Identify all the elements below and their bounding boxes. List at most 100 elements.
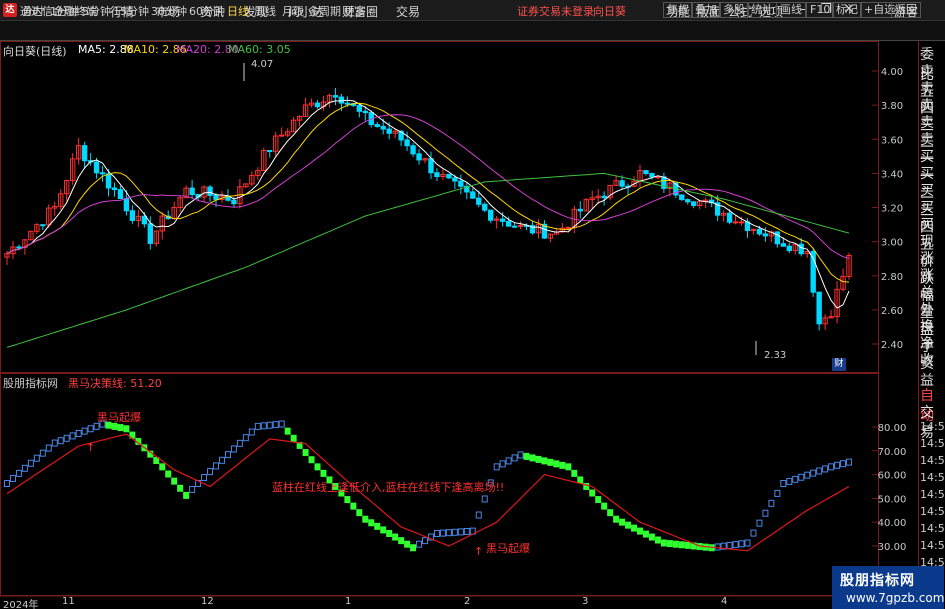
indicator-bar [589,489,596,497]
period-15min[interactable]: 15分钟 [113,3,149,19]
indicator-bar [9,474,16,482]
stock-period-label: 向日葵(日线) [3,45,67,58]
indicator-bar [780,480,787,487]
indicator-bar [798,473,805,481]
back-button[interactable]: 返回 [891,2,921,18]
candle-body [314,102,321,108]
candle-body [344,102,351,105]
multi-stock-button[interactable]: 多股 [719,2,749,18]
indicator-bar [272,421,279,429]
candle-body [452,177,458,182]
period-60min[interactable]: 60分钟 [189,3,225,19]
indicator-bar [541,457,548,465]
period-5min[interactable]: 5分钟 [82,3,111,19]
period-monthly[interactable]: 月线 [282,3,304,19]
indicator-bar [63,434,70,442]
menu-trade[interactable]: 交易 [396,3,420,20]
indicator-value: 黑马决策线: 51.20 [68,377,162,390]
indicator-bar [183,491,190,499]
indicator-bar [499,460,506,468]
watermark-title: 股朋指标网 [840,573,915,589]
candle-body [338,96,345,104]
mark-button[interactable]: 标记 [832,2,862,18]
indicator-bar [463,527,470,535]
indicator-bar [21,464,28,472]
indicator-name[interactable]: 股朋指标网 [3,375,58,391]
period-1min[interactable]: 1分钟 [50,3,79,19]
indicator-bar [350,502,357,510]
candle-body [356,104,363,112]
indicator-bar [792,475,799,483]
sidebar-item-18: 收益 [920,353,934,389]
candle-body [643,170,649,175]
candle-body [738,221,745,224]
overlay-button[interactable]: 叠加 [691,2,721,18]
y-tick-label: 4.00 [881,67,903,78]
indicator-bar [159,463,166,471]
period-multi[interactable]: 多周期 [308,3,341,19]
candle-body [81,145,88,162]
indicator-bar [27,459,34,467]
period-intraday[interactable]: 分时 [22,3,44,19]
indicator-bar [368,519,375,527]
login-status[interactable]: 证券交易未登录 [517,3,594,19]
stock-title: 向日葵 [593,5,626,18]
indicator-bar [177,484,184,492]
indicator-bar [678,541,685,549]
chart-canvas[interactable]: 4.00 3.80 3.60 3.40 3.20 3.00 2.80 2.60 2.40 80.0… [0,41,918,609]
f10-button[interactable]: F10 [806,2,835,18]
indicator-bar [33,454,40,462]
indicator-bar [87,425,94,433]
period-daily[interactable]: 日线 [227,3,249,19]
stats-button[interactable]: 统计 [747,2,777,18]
indicator-bar [786,477,793,485]
x-label-jan: 1 [345,596,352,607]
ind-y-tick-label: 70.00 [878,447,907,458]
candle-body [213,194,219,200]
indicator-bar [607,509,614,517]
candle-body [798,243,804,255]
indicator-bar [816,467,823,475]
candle-body [482,203,488,211]
tick-time-0: 14:56 [920,420,945,433]
candle-body [231,199,237,205]
indicator-bar [4,480,10,487]
x-label-year: 2024年 [3,600,39,609]
candle-body [505,220,512,227]
x-label-feb: 2 [464,596,471,607]
ma20-line [6,114,850,259]
draw-button[interactable]: 画线 [776,2,806,18]
x-label-dec: 12 [201,596,214,607]
finance-badge[interactable]: 财 [832,358,846,371]
candle-body [16,246,22,249]
period-30min[interactable]: 30分钟 [151,3,187,19]
indicator-bar [565,463,572,471]
y-tick-label: 2.80 [881,272,903,283]
arrow-up-icon: ↑ [474,545,484,558]
indicator-bar [284,427,291,435]
candle-body [816,291,822,325]
indicator-bar [230,445,237,453]
ind-y-tick-label: 80.00 [878,423,907,434]
indicator-bar [684,541,691,549]
indicator-bar [660,539,667,547]
indicator-bar [189,485,196,493]
indicator-bar [738,540,745,548]
candle-body [446,173,452,179]
indicator-bar [445,529,452,537]
indicator-bar [224,451,231,459]
ind-y-tick-label: 60.00 [878,471,907,482]
adjust-button[interactable]: 复权 [663,2,693,18]
indicator-bar [523,452,530,460]
ma5-line [6,99,850,309]
indicator-bar [165,470,172,478]
indicator-bar [266,421,273,429]
x-label-mar: 3 [582,596,589,607]
period-weekly[interactable]: 周线 [254,3,276,19]
indicator-bar [625,521,632,529]
candle-body [601,195,607,199]
indicator-bar [553,460,560,468]
indicator-bar [571,469,578,477]
price-high-label: 4.07 [251,59,274,70]
period-more[interactable]: 更多 [344,3,366,19]
